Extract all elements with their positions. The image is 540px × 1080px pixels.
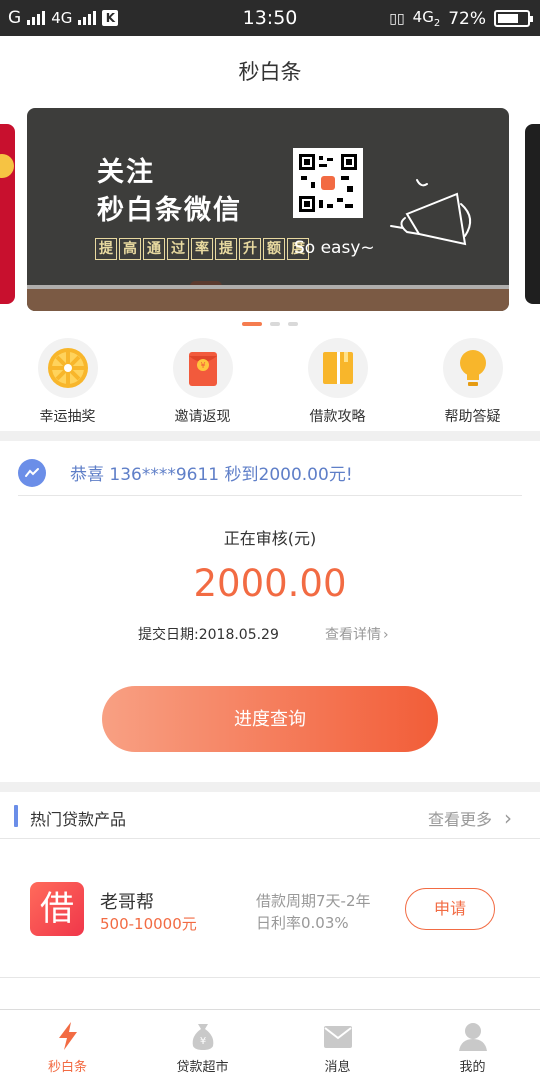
quick-entry-label: 帮助答疑	[444, 409, 501, 425]
quick-entry-lucky-draw[interactable]: 幸运抽奖	[0, 338, 135, 428]
tab-home[interactable]: 秒白条	[0, 1010, 135, 1080]
tab-profile[interactable]: 我的	[405, 1010, 540, 1080]
section-divider	[0, 431, 540, 441]
pager-dot-active[interactable]	[242, 322, 262, 326]
tab-loan-market[interactable]: ¥ 贷款超市	[135, 1010, 270, 1080]
chevron-right-icon: ›	[504, 806, 512, 830]
status-bar: G 4G K 13:50 ▯▯ 4G2 72%	[0, 0, 540, 36]
quick-entry-loan-guide[interactable]: 借款攻略	[270, 338, 405, 428]
bottom-tab-bar: 秒白条 ¥ 贷款超市 消息 我的	[0, 1009, 540, 1080]
tab-messages[interactable]: 消息	[270, 1010, 405, 1080]
battery-percent: 72%	[448, 8, 486, 29]
page-title: 秒白条	[238, 60, 302, 84]
notice-bar[interactable]: 恭喜 136****9611 秒到2000.00元!	[18, 450, 522, 496]
review-status-title: 正在审核(元)	[223, 529, 317, 548]
product-rate: 日利率0.03%	[256, 914, 349, 932]
envelope-icon	[322, 1020, 354, 1052]
quick-entry-label: 借款攻略	[309, 409, 366, 425]
tab-label: 消息	[324, 1060, 351, 1075]
lightning-icon	[52, 1020, 84, 1052]
book-icon	[307, 338, 368, 398]
battery-icon	[494, 10, 533, 27]
svg-text:¥: ¥	[199, 1036, 205, 1047]
quick-entry-invite-cashback[interactable]: ¥ 邀请返现	[135, 338, 270, 428]
quick-entry-label: 邀请返现	[174, 409, 231, 425]
notice-text: 恭喜 136****9611 秒到2000.00元!	[70, 465, 353, 485]
pager-dot[interactable]	[270, 322, 280, 326]
chevron-right-icon: ›	[383, 627, 389, 643]
tab-label: 秒白条	[47, 1060, 87, 1075]
banner-next-peek[interactable]	[525, 124, 540, 304]
banner-easy-text: So easy~	[294, 238, 375, 258]
lucky-wheel-icon	[37, 338, 98, 398]
banner-slide[interactable]: 关注 秒白条微信 提高通过率提升额度 So easy~	[27, 108, 509, 311]
quick-entry-help[interactable]: 帮助答疑	[405, 338, 540, 428]
product-name: 老哥帮	[100, 892, 154, 913]
banner-pager	[0, 322, 540, 326]
qr-code-icon	[293, 148, 363, 218]
hot-products-title: 热门贷款产品	[30, 810, 127, 829]
banner-line1: 关注	[97, 157, 155, 188]
red-envelope-icon: ¥	[172, 338, 233, 398]
section-divider	[0, 782, 540, 792]
product-period: 借款周期7天-2年	[256, 892, 371, 910]
banner-slogan: 提高通过率提升额度	[95, 238, 309, 260]
quick-entry-label: 幸运抽奖	[39, 409, 96, 425]
board-rail	[27, 285, 509, 311]
review-amount: 2000.00	[193, 562, 347, 605]
product-logo: 借	[30, 882, 84, 936]
megaphone-icon	[387, 174, 487, 268]
network-right-label: 4G2	[412, 8, 441, 29]
page-header: 秒白条	[0, 36, 540, 108]
product-range: 500-10000元	[100, 915, 197, 933]
banner-carousel[interactable]: 关注 秒白条微信 提高通过率提升额度 So easy~	[0, 108, 540, 313]
submit-date: 提交日期:2018.05.29	[138, 627, 279, 643]
message-bubble-icon	[18, 458, 46, 487]
section-accent-bar	[14, 805, 18, 827]
apply-button[interactable]: 申请	[405, 888, 495, 930]
pager-dot[interactable]	[288, 322, 298, 326]
banner-line2: 秒白条微信	[97, 195, 242, 226]
money-bag-icon: ¥	[187, 1020, 219, 1052]
product-item[interactable]: 借 老哥帮 500-10000元 借款周期7天-2年 日利率0.03% 申请	[0, 840, 540, 978]
tab-label: 贷款超市	[176, 1060, 229, 1075]
quick-entries: 幸运抽奖 ¥ 邀请返现 借款攻略 帮助答疑	[0, 338, 540, 428]
tab-label: 我的	[459, 1060, 486, 1075]
user-icon	[457, 1020, 489, 1052]
hot-products-header: 热门贷款产品 查看更多 ›	[0, 793, 540, 839]
view-details-link[interactable]: 查看详情 ›	[325, 624, 389, 644]
svg-text:¥: ¥	[200, 361, 205, 370]
vibrate-icon: ▯▯	[389, 10, 405, 27]
banner-prev-peek[interactable]	[0, 124, 15, 304]
view-more-link[interactable]: 查看更多 ›	[428, 806, 512, 830]
lightbulb-icon	[442, 338, 503, 398]
progress-query-button[interactable]: 进度查询	[102, 686, 438, 752]
